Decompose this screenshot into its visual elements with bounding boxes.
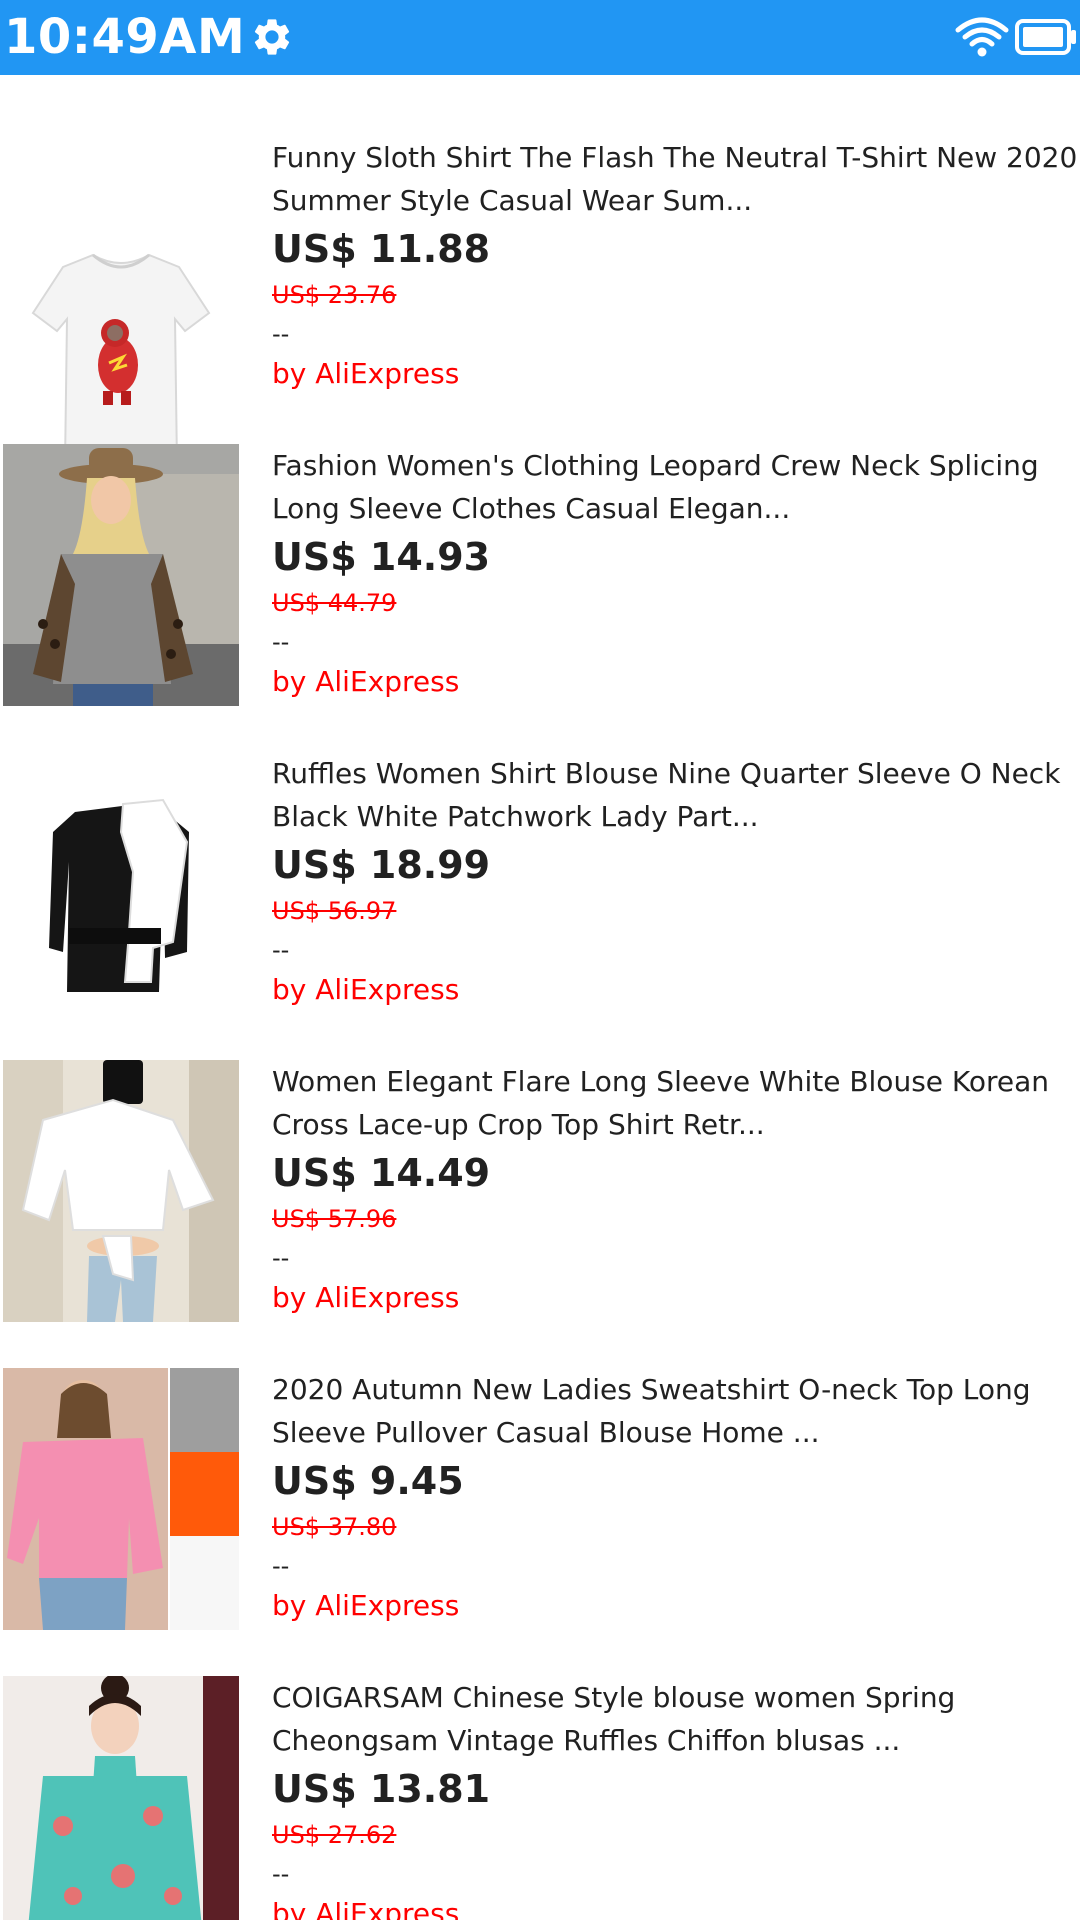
product-image[interactable] (3, 1060, 239, 1322)
product-title[interactable]: Funny Sloth Shirt The Flash The Neutral … (272, 136, 1080, 222)
product-info: 2020 Autumn New Ladies Sweatshirt O-neck… (272, 1368, 1080, 1626)
product-original-price: US$ 44.79 (272, 589, 397, 617)
product-title[interactable]: 2020 Autumn New Ladies Sweatshirt O-neck… (272, 1368, 1080, 1454)
status-bar: 10:49AM (0, 0, 1080, 75)
product-item[interactable]: COIGARSAM Chinese Style blouse women Spr… (0, 1676, 1080, 1920)
product-info: Women Elegant Flare Long Sleeve White Bl… (272, 1060, 1080, 1318)
product-seller: by AliExpress (272, 665, 460, 698)
product-original-price: US$ 23.76 (272, 281, 397, 309)
product-original-price: US$ 27.62 (272, 1821, 397, 1849)
product-image[interactable] (3, 1368, 239, 1630)
gear-icon (254, 19, 290, 55)
product-image[interactable] (3, 1676, 239, 1920)
product-list[interactable]: Funny Sloth Shirt The Flash The Neutral … (0, 75, 1080, 1920)
product-rating: -- (272, 628, 290, 656)
product-seller: by AliExpress (272, 1589, 460, 1622)
product-rating: -- (272, 320, 290, 348)
product-image[interactable] (3, 444, 239, 706)
product-info: Fashion Women's Clothing Leopard Crew Ne… (272, 444, 1080, 702)
product-price: US$ 18.99 (272, 843, 491, 887)
product-item[interactable]: Funny Sloth Shirt The Flash The Neutral … (0, 136, 1080, 489)
product-price: US$ 13.81 (272, 1767, 491, 1811)
product-info: Funny Sloth Shirt The Flash The Neutral … (272, 136, 1080, 394)
product-seller: by AliExpress (272, 1897, 460, 1920)
product-item[interactable]: Ruffles Women Shirt Blouse Nine Quarter … (0, 752, 1080, 1060)
product-price: US$ 14.93 (272, 535, 491, 579)
product-seller: by AliExpress (272, 973, 460, 1006)
product-rating: -- (272, 1860, 290, 1888)
product-title[interactable]: Fashion Women's Clothing Leopard Crew Ne… (272, 444, 1080, 530)
product-title[interactable]: COIGARSAM Chinese Style blouse women Spr… (272, 1676, 1080, 1762)
product-original-price: US$ 37.80 (272, 1513, 397, 1541)
product-original-price: US$ 56.97 (272, 897, 397, 925)
product-item[interactable]: 2020 Autumn New Ladies Sweatshirt O-neck… (0, 1368, 1080, 1676)
product-title[interactable]: Ruffles Women Shirt Blouse Nine Quarter … (272, 752, 1080, 838)
wifi-icon (955, 17, 1009, 57)
product-image[interactable] (3, 752, 239, 1014)
product-price: US$ 9.45 (272, 1459, 464, 1503)
battery-icon (1015, 19, 1076, 55)
product-rating: -- (272, 936, 290, 964)
status-time: 10:49AM (4, 9, 246, 65)
product-title[interactable]: Women Elegant Flare Long Sleeve White Bl… (272, 1060, 1080, 1146)
product-original-price: US$ 57.96 (272, 1205, 397, 1233)
product-price: US$ 14.49 (272, 1151, 491, 1195)
product-rating: -- (272, 1244, 290, 1272)
product-item[interactable]: Women Elegant Flare Long Sleeve White Bl… (0, 1060, 1080, 1368)
product-price: US$ 11.88 (272, 227, 491, 271)
product-info: Ruffles Women Shirt Blouse Nine Quarter … (272, 752, 1080, 1010)
product-info: COIGARSAM Chinese Style blouse women Spr… (272, 1676, 1080, 1920)
product-item[interactable]: Fashion Women's Clothing Leopard Crew Ne… (0, 444, 1080, 752)
product-seller: by AliExpress (272, 1281, 460, 1314)
product-seller: by AliExpress (272, 357, 460, 390)
product-rating: -- (272, 1552, 290, 1580)
